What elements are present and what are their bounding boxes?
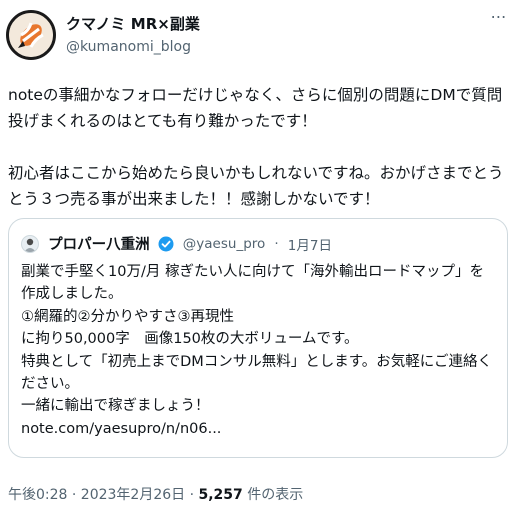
tweet-body: noteの事細かなフォローだけじゃなく、さらに個別の問題にDMで質問投げまくれる… <box>8 86 504 208</box>
view-count-suffix: 件の表示 <box>242 487 304 503</box>
quoted-tweet-card[interactable]: プロパー八重洲 @yaesu_pro · 1月7日 副業で手堅く10万/月 稼ぎ… <box>8 218 508 458</box>
tweet-header: クマノミ MR×副業 @kumanomi_blog ⋯ <box>6 9 514 62</box>
separator-dot: · <box>274 235 279 252</box>
clownfish-logo-icon <box>9 13 53 57</box>
person-avatar-icon <box>24 238 36 252</box>
quoted-author-avatar[interactable] <box>21 234 39 253</box>
author-display-name[interactable]: クマノミ MR×副業 <box>66 14 200 34</box>
quoted-tweet-header: プロパー八重洲 @yaesu_pro · 1月7日 <box>21 233 332 255</box>
quoted-tweet-body: 副業で手堅く10万/月 稼ぎたい人に向けて「海外輸出ロードマップ」を作成しました… <box>21 261 497 440</box>
tweet-timestamp[interactable]: 午後0:28 · 2023年2月26日 · <box>8 487 199 503</box>
author-avatar[interactable] <box>6 10 56 60</box>
view-count: 5,257 <box>198 487 243 503</box>
quoted-author-handle[interactable]: @yaesu_pro <box>183 236 266 252</box>
quoted-tweet-text: 副業で手堅く10万/月 稼ぎたい人に向けて「海外輸出ロードマップ」を作成しました… <box>21 264 492 415</box>
quoted-tweet-link[interactable]: note.com/yaesupro/n/n06... <box>21 421 221 437</box>
tweet-meta: 午後0:28 · 2023年2月26日 · 5,257 件の表示 <box>8 484 303 504</box>
quoted-author-name[interactable]: プロパー八重洲 <box>48 233 150 254</box>
more-options-icon[interactable]: ⋯ <box>486 9 512 30</box>
verified-badge-icon <box>158 236 174 251</box>
author-handle[interactable]: @kumanomi_blog <box>66 37 200 57</box>
author-name-block: クマノミ MR×副業 @kumanomi_blog <box>66 14 200 57</box>
quoted-tweet-date[interactable]: 1月7日 <box>288 234 332 254</box>
